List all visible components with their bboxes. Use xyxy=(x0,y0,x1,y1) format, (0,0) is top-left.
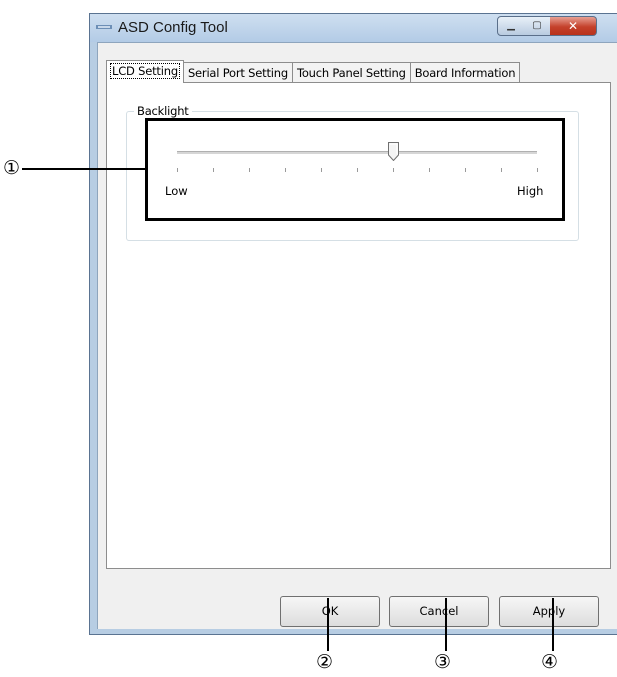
backlight-highlight-box xyxy=(145,118,565,221)
cancel-button[interactable]: Cancel xyxy=(389,596,489,627)
title-bar[interactable]: ASD Config Tool ▁ ▢ ✕ xyxy=(90,14,617,42)
tab-lcd-setting[interactable]: LCD Setting xyxy=(106,60,184,83)
callout-number-2: ② xyxy=(316,651,334,673)
minimize-icon: ▁ xyxy=(507,20,515,31)
callout-number-3: ③ xyxy=(434,651,452,673)
close-button[interactable]: ✕ xyxy=(550,16,597,36)
window-title: ASD Config Tool xyxy=(118,19,228,36)
maximize-icon: ▢ xyxy=(532,20,542,31)
maximize-button[interactable]: ▢ xyxy=(524,16,551,36)
close-icon: ✕ xyxy=(567,19,579,33)
app-icon xyxy=(96,25,112,29)
callout-line-2 xyxy=(327,598,329,651)
callout-number-1: ① xyxy=(3,157,21,179)
callout-number-4: ④ xyxy=(541,651,559,673)
callout-line-1 xyxy=(22,168,146,170)
ok-button[interactable]: OK xyxy=(280,596,380,627)
callout-line-3 xyxy=(445,598,447,651)
apply-button[interactable]: Apply xyxy=(499,596,599,627)
tab-label: LCD Setting xyxy=(110,63,180,79)
minimize-button[interactable]: ▁ xyxy=(497,16,525,36)
callout-line-4 xyxy=(552,598,554,651)
